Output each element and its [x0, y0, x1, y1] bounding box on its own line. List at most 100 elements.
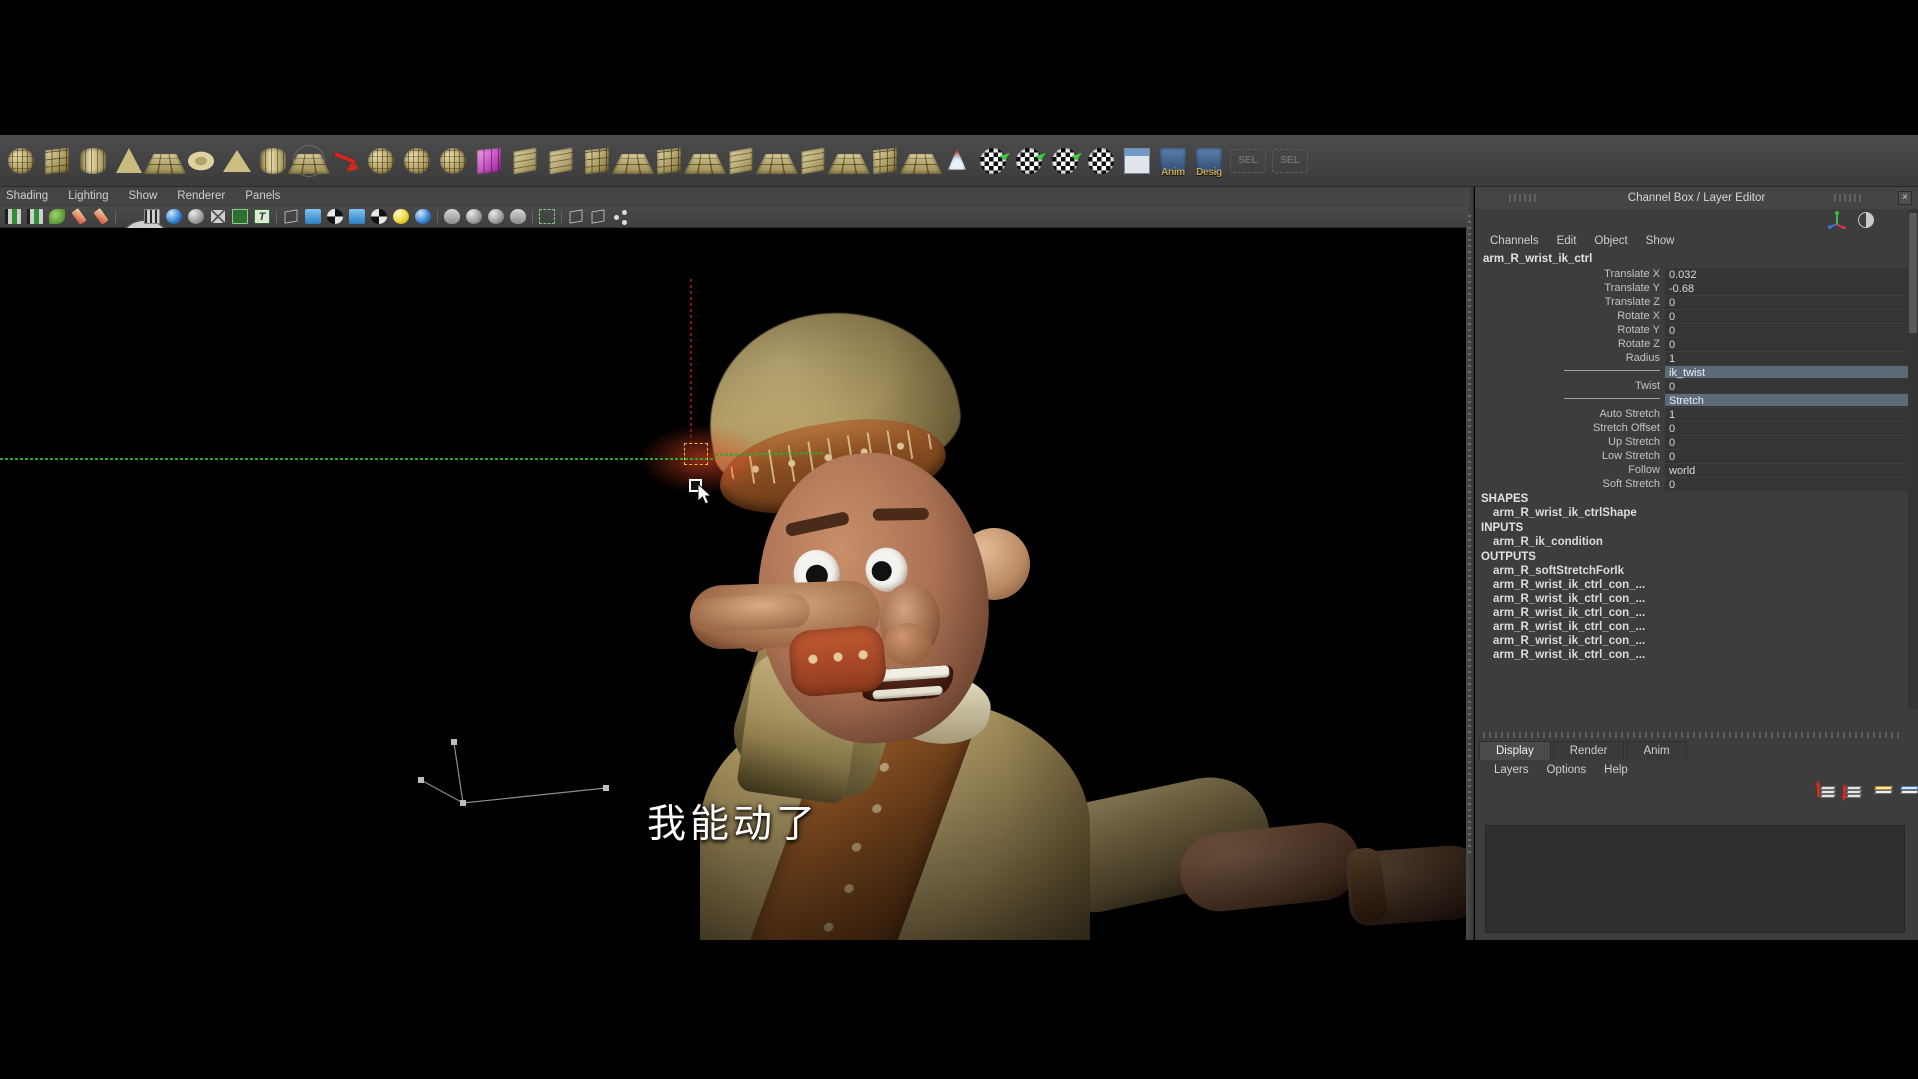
- list-item[interactable]: arm_R_wrist_ik_ctrl_con_...: [1479, 592, 1911, 606]
- panel-splitter[interactable]: [1483, 732, 1903, 738]
- bookmark-icon[interactable]: [25, 207, 45, 226]
- axis-gizmo-icon[interactable]: [1828, 211, 1846, 229]
- list-item[interactable]: arm_R_wrist_ik_ctrl_con_...: [1479, 578, 1911, 592]
- viewport-menu-bar[interactable]: Shading Lighting Show Renderer Panels: [0, 187, 1466, 206]
- shelf-polygon-pyramid[interactable]: [221, 145, 253, 177]
- xray-components-icon[interactable]: [588, 207, 608, 226]
- shelf-polygon-extract[interactable]: [545, 145, 577, 177]
- default-light-icon[interactable]: [391, 207, 411, 226]
- grease-pencil-icon[interactable]: [91, 207, 111, 226]
- channel-row[interactable]: Twist 0: [1479, 379, 1911, 393]
- channel-value[interactable]: world: [1665, 463, 1911, 477]
- shelf-polygon-mirror[interactable]: [869, 145, 901, 177]
- shelf-snap-to-center-icon[interactable]: [1085, 145, 1117, 177]
- channel-row[interactable]: Translate Y -0.68: [1479, 281, 1911, 295]
- select-camera-icon[interactable]: [3, 207, 23, 226]
- textured-icon[interactable]: [230, 207, 250, 226]
- menu-shading[interactable]: Shading: [0, 187, 58, 206]
- layer-editor-button-row[interactable]: [1479, 780, 1918, 802]
- channel-row[interactable]: Soft Stretch 0: [1479, 477, 1911, 491]
- wire-on-shaded-icon[interactable]: [281, 207, 301, 226]
- shelf-polygon-sphere[interactable]: [5, 145, 37, 177]
- channel-value[interactable]: 0: [1665, 421, 1911, 435]
- pie-toggle-icon[interactable]: [1858, 212, 1874, 228]
- shelf-polygon-sculpt[interactable]: [437, 145, 469, 177]
- shelf-snap-to-grid-icon[interactable]: [977, 145, 1009, 177]
- occlusion-icon[interactable]: [369, 207, 389, 226]
- channel-box-body[interactable]: arm_R_wrist_ik_ctrl Translate X 0.032 Tr…: [1479, 251, 1911, 727]
- menu-channels[interactable]: Channels: [1481, 235, 1548, 247]
- shelf-snap-to-curve-icon[interactable]: [1013, 145, 1045, 177]
- viewport-3d[interactable]: 我能动了: [0, 228, 1466, 940]
- channel-row[interactable]: Low Stretch 0: [1479, 449, 1911, 463]
- channel-value[interactable]: 0.032: [1665, 267, 1911, 281]
- shelf-polygon-pipe[interactable]: [257, 145, 289, 177]
- channel-value[interactable]: 0: [1665, 435, 1911, 449]
- menu-object[interactable]: Object: [1585, 235, 1636, 247]
- layer-list[interactable]: [1485, 825, 1905, 933]
- shelf-polygon-bridge[interactable]: [683, 145, 727, 177]
- menu-show[interactable]: Show: [119, 187, 168, 206]
- text-display-icon[interactable]: T: [252, 207, 272, 226]
- channel-row[interactable]: Translate Z 0: [1479, 295, 1911, 309]
- channel-value[interactable]: 0: [1665, 449, 1911, 463]
- move-layer-up-icon[interactable]: [1815, 781, 1839, 800]
- menu-panels[interactable]: Panels: [235, 187, 290, 206]
- channel-box-scrollbar[interactable]: [1908, 209, 1918, 709]
- channel-row[interactable]: Rotate X 0: [1479, 309, 1911, 323]
- all-lights-icon[interactable]: [413, 207, 433, 226]
- close-icon[interactable]: ×: [1898, 191, 1912, 205]
- channel-row[interactable]: Up Stretch 0: [1479, 435, 1911, 449]
- channel-value[interactable]: 0: [1665, 337, 1911, 351]
- menu-show[interactable]: Show: [1637, 235, 1684, 247]
- channel-value[interactable]: 0: [1665, 309, 1911, 323]
- shelf-snap-together-icon[interactable]: [941, 145, 973, 177]
- shelf-polygon-cube[interactable]: [41, 145, 73, 177]
- channel-row[interactable]: Translate X 0.032: [1479, 267, 1911, 281]
- tab-display[interactable]: Display: [1479, 741, 1551, 760]
- wireframe-icon[interactable]: [120, 207, 168, 247]
- ao-icon[interactable]: [442, 207, 462, 226]
- channel-row[interactable]: Radius 1: [1479, 351, 1911, 365]
- tab-render[interactable]: Render: [1552, 741, 1625, 760]
- channel-row[interactable]: Rotate Y 0: [1479, 323, 1911, 337]
- scrollbar-thumb[interactable]: [1909, 213, 1917, 333]
- menu-edit[interactable]: Edit: [1548, 235, 1586, 247]
- shelf-snap-to-point-icon[interactable]: [1049, 145, 1081, 177]
- shelf-polygon-platonic[interactable]: [401, 145, 433, 177]
- shelf-polygon-bevel[interactable]: [653, 145, 685, 177]
- menu-lighting[interactable]: Lighting: [58, 187, 118, 206]
- exposure-icon[interactable]: [610, 207, 630, 226]
- channel-box-menu[interactable]: Channels Edit Object Show: [1475, 231, 1918, 251]
- shelf-polygon-cone[interactable]: [113, 145, 145, 177]
- shelf-polygon-append[interactable]: [725, 145, 757, 177]
- shelf-polygon-plane[interactable]: [143, 145, 187, 177]
- shelf-polygon-reduce[interactable]: [899, 145, 943, 177]
- layer-editor-tabs[interactable]: Display Render Anim: [1479, 739, 1911, 760]
- layer-editor-menu[interactable]: Layers Options Help: [1479, 760, 1911, 780]
- list-item[interactable]: arm_R_wrist_ik_ctrl_con_...: [1479, 634, 1911, 648]
- menu-help[interactable]: Help: [1595, 764, 1637, 776]
- shelf-polygon-soft-edge[interactable]: [329, 145, 361, 177]
- film-gate-icon[interactable]: [142, 207, 162, 226]
- shelf-polygon-torus[interactable]: [185, 145, 217, 177]
- viewport-icon-bar[interactable]: T: [0, 206, 1466, 247]
- channel-box-icon-row[interactable]: [1475, 209, 1918, 231]
- list-item[interactable]: arm_R_wrist_ik_ctrl_con_...: [1479, 648, 1911, 662]
- channel-value[interactable]: 0: [1665, 379, 1911, 393]
- shadow-icon[interactable]: [325, 207, 345, 226]
- menu-renderer[interactable]: Renderer: [167, 187, 235, 206]
- shelf-snap-window-icon[interactable]: [1121, 145, 1153, 177]
- shelf-selection-set-1[interactable]: SEL: [1230, 148, 1266, 173]
- dof-icon[interactable]: [486, 207, 506, 226]
- list-item[interactable]: arm_R_ik_condition: [1479, 535, 1911, 549]
- shelf-polygon-boolean[interactable]: [473, 145, 505, 177]
- isolate-select-icon[interactable]: [537, 207, 557, 226]
- shelf-polygon-wedge[interactable]: [797, 145, 829, 177]
- paint-icon[interactable]: [47, 207, 67, 226]
- shelf-design-character-set[interactable]: Desig: [1193, 145, 1225, 178]
- shelf-anim-character-set[interactable]: Anim: [1157, 145, 1189, 178]
- list-item[interactable]: arm_R_wrist_ik_ctrl_con_...: [1479, 606, 1911, 620]
- flat-shade-icon[interactable]: [186, 207, 206, 226]
- channel-value[interactable]: 0: [1665, 323, 1911, 337]
